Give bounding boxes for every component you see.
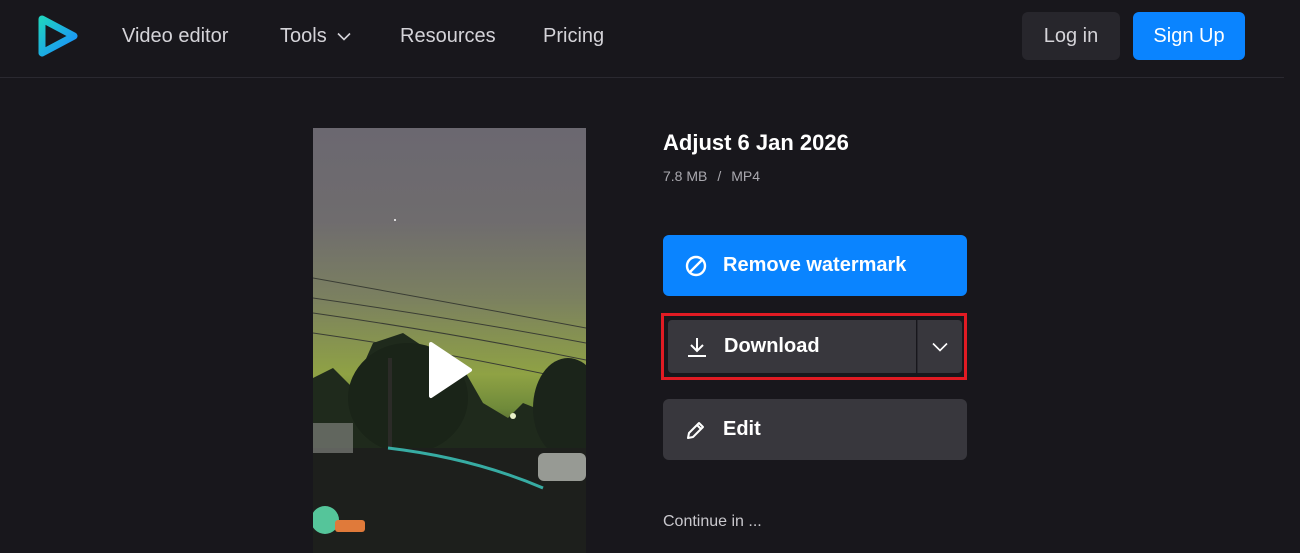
download-options-button[interactable] — [917, 320, 962, 373]
file-title: Adjust 6 Jan 2026 — [663, 130, 849, 155]
nav-pricing-label: Pricing — [543, 25, 605, 47]
download-icon — [688, 337, 706, 357]
remove-watermark-button[interactable]: Remove watermark — [663, 235, 967, 296]
signup-label: Sign Up — [1153, 24, 1225, 47]
signup-button[interactable]: Sign Up — [1133, 12, 1245, 60]
meta-separator: / — [717, 168, 722, 184]
file-format: MP4 — [731, 168, 761, 184]
play-icon[interactable] — [427, 341, 473, 399]
prohibited-icon — [685, 255, 707, 276]
download-highlight-box: Download — [661, 313, 967, 380]
nav-tools-dropdown[interactable]: Tools — [280, 24, 351, 48]
pencil-icon — [687, 421, 704, 439]
download-button[interactable]: Download — [668, 320, 916, 373]
continue-in-label: Continue in ... — [663, 513, 762, 530]
nav-video-editor-label: Video editor — [122, 25, 229, 47]
nav-resources[interactable]: Resources — [400, 24, 496, 48]
nav-video-editor[interactable]: Video editor — [122, 24, 228, 48]
chevron-down-icon — [932, 342, 948, 352]
nav-resources-label: Resources — [400, 25, 496, 47]
top-nav-bar: Video editor Tools Resources Pricing Log… — [0, 0, 1284, 78]
edit-label: Edit — [723, 418, 761, 440]
play-logo-icon[interactable] — [38, 15, 78, 57]
chevron-down-icon — [337, 32, 351, 41]
nav-tools-label: Tools — [280, 25, 327, 47]
edit-button[interactable]: Edit — [663, 399, 967, 460]
nav-pricing[interactable]: Pricing — [543, 24, 604, 48]
download-label: Download — [724, 335, 820, 357]
file-size: 7.8 MB — [663, 168, 708, 184]
file-meta: 7.8 MB / MP4 — [663, 168, 760, 184]
remove-watermark-label: Remove watermark — [723, 254, 907, 276]
login-label: Log in — [1043, 24, 1099, 47]
login-button[interactable]: Log in — [1022, 12, 1120, 60]
page: Video editor Tools Resources Pricing Log… — [0, 0, 1300, 553]
